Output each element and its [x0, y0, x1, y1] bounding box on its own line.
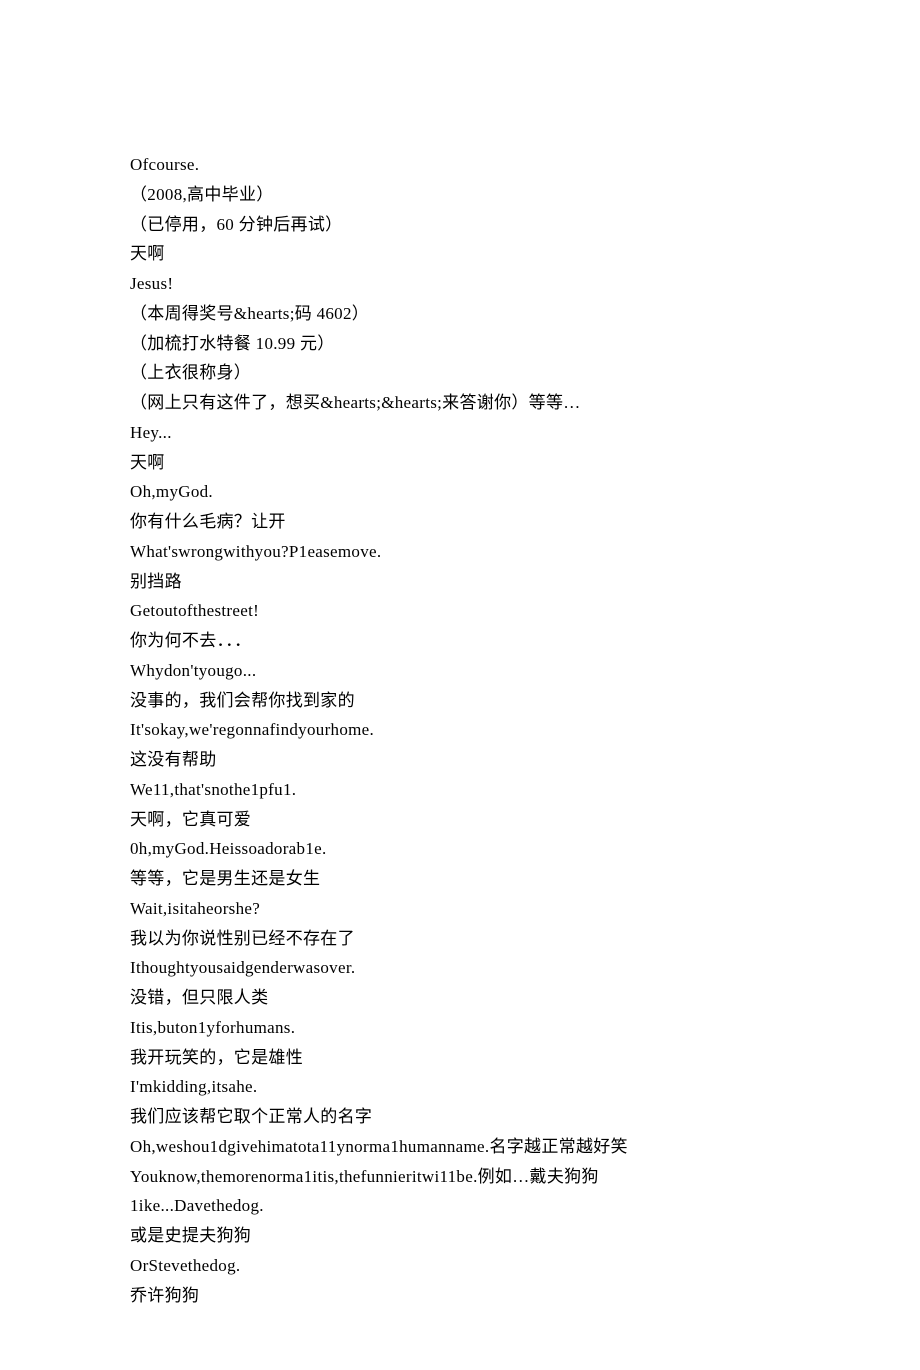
text-line: Ofcourse. — [130, 150, 790, 180]
text-line: OrStevethedog. — [130, 1251, 790, 1281]
text-line: 你为何不去．．． — [130, 626, 790, 656]
text-line: （本周得奖号&hearts;码 4602） — [130, 299, 790, 329]
text-line: Itis,buton1yforhumans. — [130, 1013, 790, 1043]
text-line: （已停用，60 分钟后再试） — [130, 210, 790, 240]
text-line: 这没有帮助 — [130, 745, 790, 775]
text-line: 我以为你说性别已经不存在了 — [130, 924, 790, 954]
text-line: 或是史提夫狗狗 — [130, 1221, 790, 1251]
text-line: Oh,myGod. — [130, 477, 790, 507]
text-line: （上衣很称身） — [130, 358, 790, 388]
text-line: （网上只有这件了，想买&hearts;&hearts;来答谢你）等等… — [130, 388, 790, 418]
text-line: 0h,myGod.Heissoadorab1e. — [130, 834, 790, 864]
text-line: Youknow,themorenorma1itis,thefunnieritwi… — [130, 1162, 790, 1192]
text-line: Hey... — [130, 418, 790, 448]
document-text-container: Ofcourse.（2008,高中毕业）（已停用，60 分钟后再试）天啊Jesu… — [130, 150, 790, 1310]
text-line: 天啊 — [130, 448, 790, 478]
text-line: 没错，但只限人类 — [130, 983, 790, 1013]
text-line: 你有什么毛病？让开 — [130, 507, 790, 537]
text-line: 1ike...Davethedog. — [130, 1191, 790, 1221]
text-line: We11,that'snothe1pfu1. — [130, 775, 790, 805]
text-line: What'swrongwithyou?P1easemove. — [130, 537, 790, 567]
text-line: I'mkidding,itsahe. — [130, 1072, 790, 1102]
text-line: 乔许狗狗 — [130, 1281, 790, 1311]
text-line: （2008,高中毕业） — [130, 180, 790, 210]
text-line: （加梳打水特餐 10.99 元） — [130, 329, 790, 359]
text-line: 没事的，我们会帮你找到家的 — [130, 686, 790, 716]
text-line: 我们应该帮它取个正常人的名字 — [130, 1102, 790, 1132]
text-line: 等等，它是男生还是女生 — [130, 864, 790, 894]
text-line: 别挡路 — [130, 567, 790, 597]
text-line: It'sokay,we'regonnafindyourhome. — [130, 715, 790, 745]
text-line: 天啊，它真可爱 — [130, 805, 790, 835]
text-line: Oh,weshou1dgivehimatota11ynorma1humannam… — [130, 1132, 790, 1162]
text-line: Wait,isitaheorshe? — [130, 894, 790, 924]
text-line: Getoutofthestreet! — [130, 596, 790, 626]
text-line: Whydon'tyougo... — [130, 656, 790, 686]
text-line: Ithoughtyousaidgenderwasover. — [130, 953, 790, 983]
text-line: Jesus! — [130, 269, 790, 299]
text-line: 天啊 — [130, 239, 790, 269]
text-line: 我开玩笑的，它是雄性 — [130, 1043, 790, 1073]
